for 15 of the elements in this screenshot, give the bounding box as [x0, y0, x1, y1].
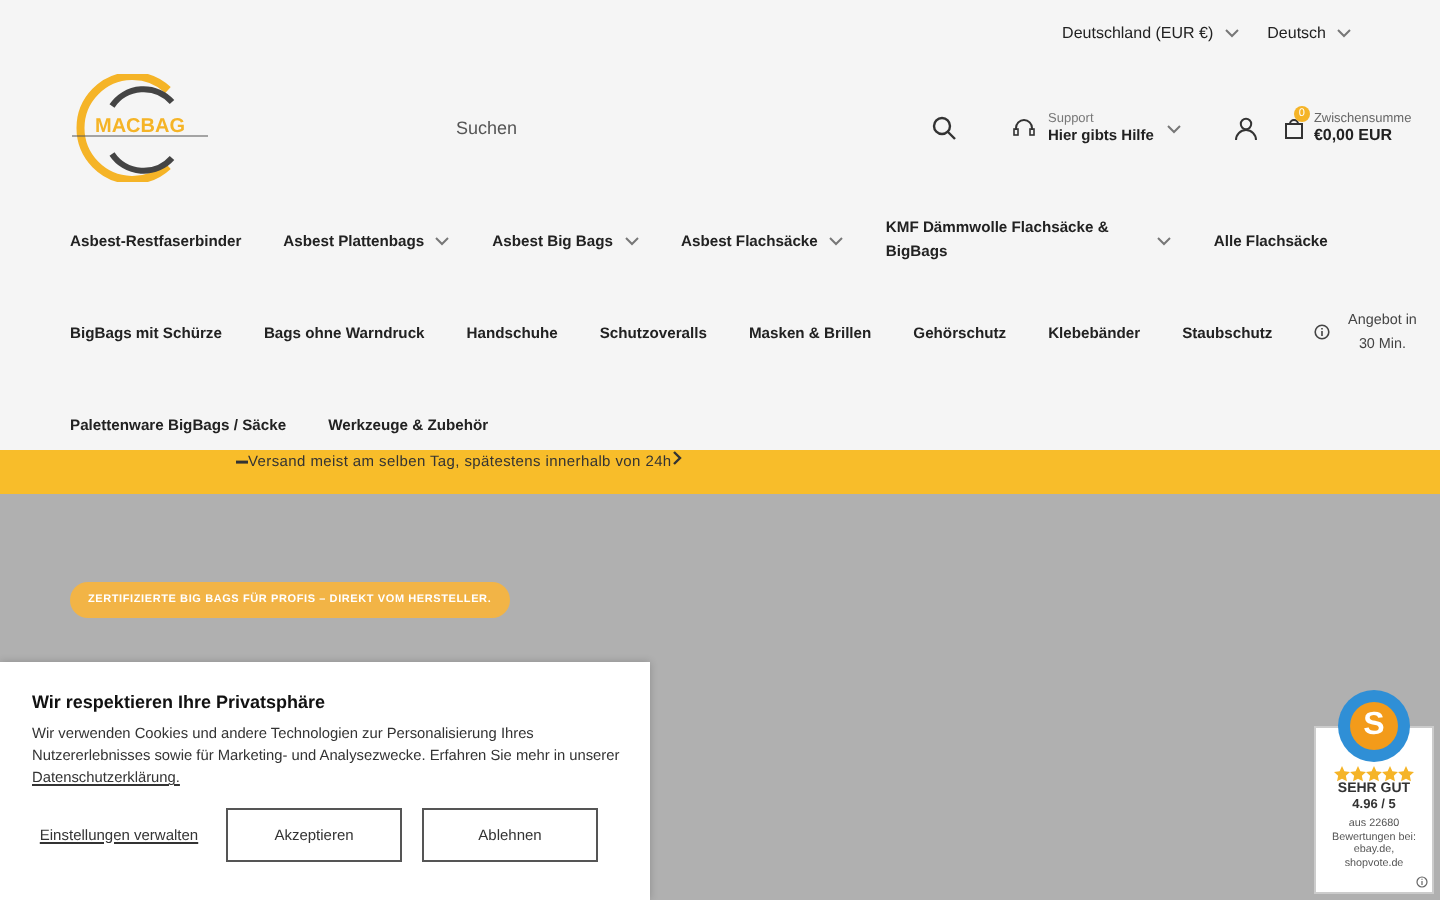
info-icon	[1314, 324, 1331, 340]
chevron-down-icon	[1165, 123, 1182, 133]
search-icon[interactable]	[932, 116, 956, 140]
language-selector[interactable]: Deutsch	[1267, 23, 1352, 41]
subtotal-value: €0,00 EUR	[1313, 126, 1395, 144]
info-icon[interactable]	[1416, 876, 1428, 888]
cart-icon[interactable]	[1281, 116, 1306, 140]
headset-icon	[1012, 116, 1036, 140]
country-selector[interactable]: Deutschland (EUR €)	[1062, 23, 1240, 41]
chevron-down-icon	[1223, 27, 1240, 37]
seal-letter: S	[1350, 702, 1398, 750]
chevron-down-icon	[1336, 27, 1352, 37]
cookie-title: Wir respektieren Ihre Privatsphäre	[32, 692, 327, 712]
account-icon[interactable]	[1233, 116, 1258, 140]
search-field[interactable]: Suchen	[456, 118, 816, 138]
